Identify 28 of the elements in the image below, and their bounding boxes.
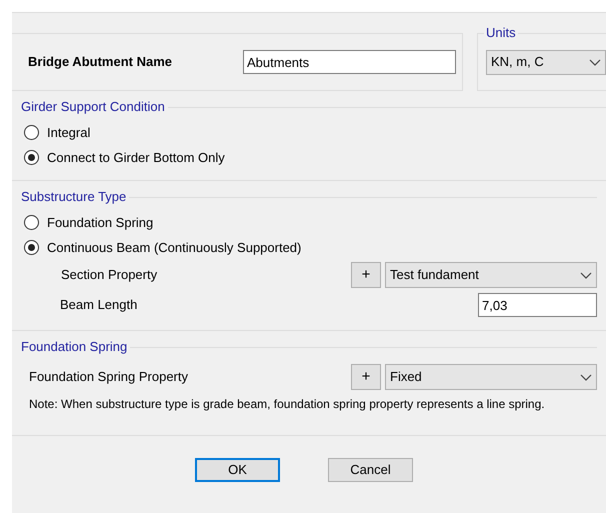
radio-label[interactable]: Foundation Spring	[47, 212, 154, 232]
units-dropdown[interactable]: KN, m, C	[486, 50, 606, 74]
add-button[interactable]: +	[351, 364, 381, 390]
field-label: Section Property	[61, 266, 158, 284]
dialog-button[interactable]: Cancel	[328, 458, 413, 482]
dropdown[interactable]: Test fundament	[385, 262, 597, 288]
beam-length-field[interactable]: 7,03	[478, 293, 597, 317]
chevron-icon	[580, 374, 592, 380]
section-title: Substructure Type	[21, 188, 126, 206]
note-text: Note: When substructure type is grade beam, foundation spring property represents a line spring.	[28, 396, 546, 413]
radio-button[interactable]	[24, 150, 39, 165]
section-title: Foundation Spring	[21, 338, 128, 356]
radio-button[interactable]	[24, 215, 39, 230]
radio-button[interactable]	[24, 125, 39, 140]
chevron-icon	[580, 272, 592, 278]
radio-button[interactable]	[24, 240, 39, 255]
dialog-button[interactable]: OK	[195, 458, 280, 482]
field-label: Foundation Spring Property	[29, 368, 188, 386]
field-label: Beam Length	[60, 296, 138, 314]
section-title: Girder Support Condition	[21, 98, 165, 116]
add-button[interactable]: +	[351, 262, 381, 288]
chevron-icon	[589, 58, 601, 66]
name-field[interactable]: Abutments	[243, 50, 456, 74]
field-label: Bridge Abutment Name	[28, 53, 173, 72]
radio-label[interactable]: Connect to Girder Bottom Only	[47, 148, 225, 168]
radio-label[interactable]: Integral	[47, 122, 90, 142]
dropdown[interactable]: Fixed	[385, 364, 597, 390]
radio-label[interactable]: Continuous Beam (Continuously Supported)	[47, 238, 302, 258]
